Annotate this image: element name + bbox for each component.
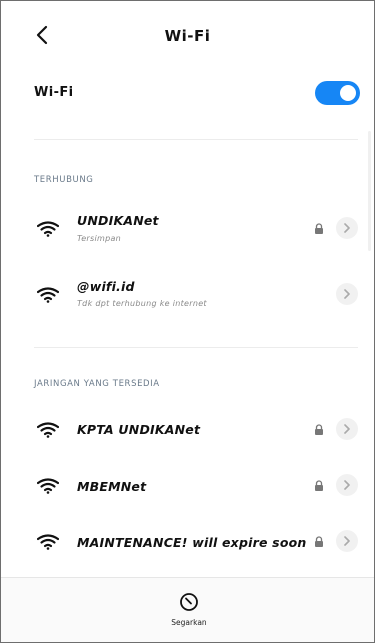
- wifi-toggle-row: Wi-Fi: [1, 71, 374, 121]
- network-name: KPTA UNDIKANet: [77, 422, 201, 437]
- toggle-knob: [340, 85, 356, 101]
- page-title: Wi-Fi: [164, 27, 211, 45]
- chevron-right-icon: [344, 424, 350, 434]
- lock-icon: [315, 424, 323, 435]
- bottom-action-bar: Segarkan: [1, 577, 374, 642]
- network-row-maintenance[interactable]: MAINTENANCE! will expire soon: [1, 515, 374, 569]
- chevron-right-icon: [344, 480, 350, 490]
- wifi-settings-screen: Wi-Fi Wi-Fi TERHUBUNG UNDIKANet Tersimpa…: [0, 0, 375, 643]
- lock-icon: [315, 480, 323, 491]
- network-name: UNDIKANet: [77, 213, 159, 228]
- network-row-mbemnet[interactable]: MBEMNet: [1, 459, 374, 513]
- network-row-kpta-undikanet[interactable]: KPTA UNDIKANet: [1, 403, 374, 457]
- wifi-toggle-label: Wi-Fi: [34, 85, 74, 100]
- divider: [34, 347, 358, 348]
- section-label-available: JARINGAN YANG TERSEDIA: [34, 379, 160, 389]
- network-status: Tersimpan: [77, 234, 122, 243]
- network-details-button[interactable]: [336, 418, 358, 440]
- wifi-signal-icon: [37, 221, 59, 237]
- network-row-wifi-id[interactable]: @wifi.id Tdk dpt terhubung ke internet: [1, 267, 374, 321]
- section-label-connected: TERHUBUNG: [34, 175, 94, 185]
- wifi-signal-icon: [37, 422, 59, 438]
- network-details-button[interactable]: [336, 530, 358, 552]
- chevron-right-icon: [344, 223, 350, 233]
- network-name: MAINTENANCE! will expire soon: [77, 535, 307, 550]
- refresh-label: Segarkan: [171, 618, 207, 627]
- network-status: Tdk dpt terhubung ke internet: [77, 299, 207, 308]
- chevron-right-icon: [344, 289, 350, 299]
- refresh-button[interactable]: Segarkan: [161, 586, 217, 638]
- lock-icon: [315, 536, 323, 547]
- wifi-toggle-switch[interactable]: [315, 81, 360, 105]
- network-row-undikanet[interactable]: UNDIKANet Tersimpan: [1, 201, 374, 255]
- wifi-signal-icon: [37, 534, 59, 550]
- lock-icon: [315, 223, 323, 234]
- chevron-right-icon: [344, 536, 350, 546]
- network-name: @wifi.id: [77, 279, 135, 294]
- divider: [34, 139, 358, 140]
- wifi-signal-icon: [37, 478, 59, 494]
- network-details-button[interactable]: [336, 283, 358, 305]
- network-details-button[interactable]: [336, 474, 358, 496]
- wifi-signal-icon: [37, 287, 59, 303]
- network-details-button[interactable]: [336, 217, 358, 239]
- refresh-icon: [180, 593, 198, 611]
- header: Wi-Fi: [1, 1, 374, 77]
- network-name: MBEMNet: [77, 479, 147, 494]
